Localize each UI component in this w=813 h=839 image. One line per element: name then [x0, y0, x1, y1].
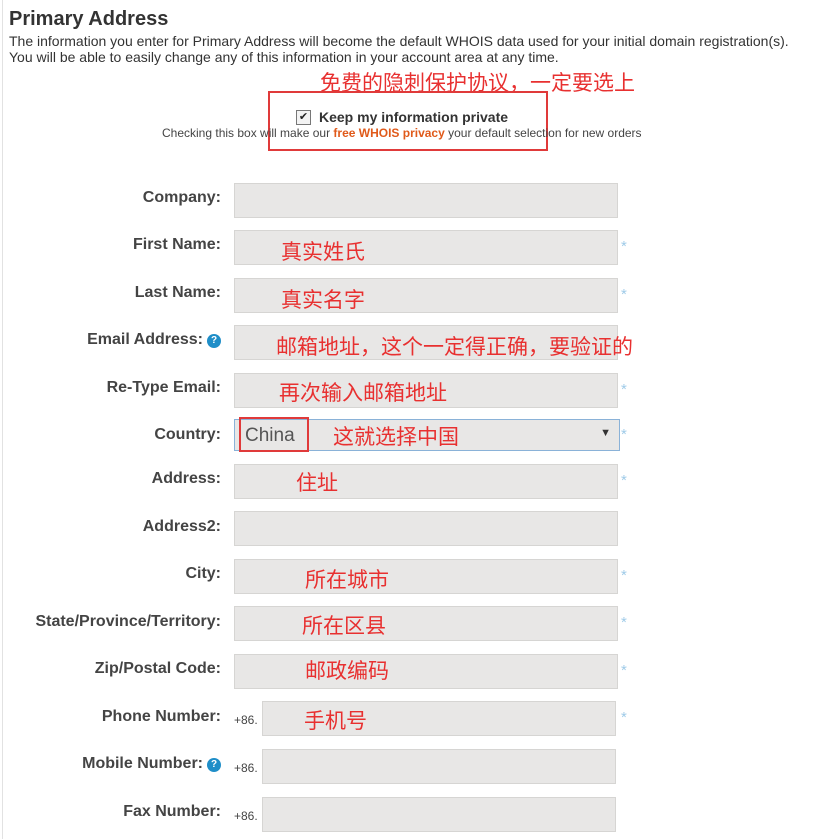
state-label: State/Province/Territory: [35, 613, 221, 630]
privacy-label[interactable]: Keep my information private [319, 109, 508, 125]
left-border [2, 0, 3, 839]
help-icon[interactable]: ? [207, 334, 221, 348]
retype-email-label: Re-Type Email: [106, 379, 221, 396]
city-label: City: [185, 565, 221, 582]
annotation-email: 邮箱地址，这个一定得正确，要验证的 [276, 335, 633, 359]
annotation-state: 所在区县 [302, 614, 386, 638]
phone-prefix: +86. [234, 713, 258, 727]
required-marker: * [621, 426, 627, 443]
company-input[interactable] [234, 183, 618, 218]
fax-input[interactable] [262, 797, 616, 832]
first-name-label: First Name: [132, 236, 221, 253]
fax-label: Fax Number: [123, 803, 221, 820]
privacy-option[interactable]: ✔ Keep my information private [296, 109, 508, 125]
annotation-highlight-country [239, 417, 309, 452]
last-name-label: Last Name: [134, 284, 221, 301]
annotation-last-name: 真实名字 [281, 288, 365, 312]
required-marker: * [621, 472, 627, 489]
fax-prefix: +86. [234, 809, 258, 823]
mobile-label: Mobile Number:? [82, 755, 221, 773]
required-marker: * [621, 709, 627, 726]
country-label: Country: [154, 426, 221, 443]
zip-input[interactable] [234, 654, 618, 689]
required-marker: * [621, 286, 627, 303]
annotation-address: 住址 [296, 471, 338, 495]
chevron-down-icon: ▼ [600, 427, 611, 439]
page-description: The information you enter for Primary Ad… [9, 33, 789, 65]
privacy-checkbox[interactable]: ✔ [296, 109, 311, 125]
company-label: Company: [142, 189, 221, 206]
required-marker: * [621, 662, 627, 679]
mobile-input[interactable] [262, 749, 616, 784]
mobile-prefix: +86. [234, 761, 258, 775]
annotation-country: 这就选择中国 [333, 425, 459, 449]
annotation-city: 所在城市 [305, 568, 389, 592]
required-marker: * [621, 614, 627, 631]
zip-label: Zip/Postal Code: [94, 660, 221, 677]
annotation-first-name: 真实姓氏 [281, 240, 365, 264]
state-input[interactable] [234, 606, 618, 641]
privacy-note: Checking this box will make our free WHO… [162, 126, 642, 140]
mobile-label-text: Mobile Number: [82, 755, 203, 772]
address2-input[interactable] [234, 511, 618, 546]
address2-label: Address2: [142, 518, 221, 535]
city-input[interactable] [234, 559, 618, 594]
help-icon[interactable]: ? [207, 758, 221, 772]
privacy-note-prefix: Checking this box will make our [162, 126, 334, 140]
annotation-retype-email: 再次输入邮箱地址 [279, 381, 447, 405]
email-label-text: Email Address: [87, 331, 203, 348]
page-title: Primary Address [9, 8, 169, 30]
annotation-phone: 手机号 [304, 709, 367, 733]
address-label: Address: [151, 470, 221, 487]
required-marker: * [621, 381, 627, 398]
required-marker: * [621, 567, 627, 584]
email-label: Email Address:? [87, 331, 221, 349]
whois-privacy-link[interactable]: free WHOIS privacy [333, 126, 444, 140]
privacy-note-suffix: your default selection for new orders [444, 126, 642, 140]
phone-label: Phone Number: [101, 708, 221, 725]
address-input[interactable] [234, 464, 618, 499]
required-marker: * [621, 238, 627, 255]
annotation-zip: 邮政编码 [305, 659, 389, 683]
